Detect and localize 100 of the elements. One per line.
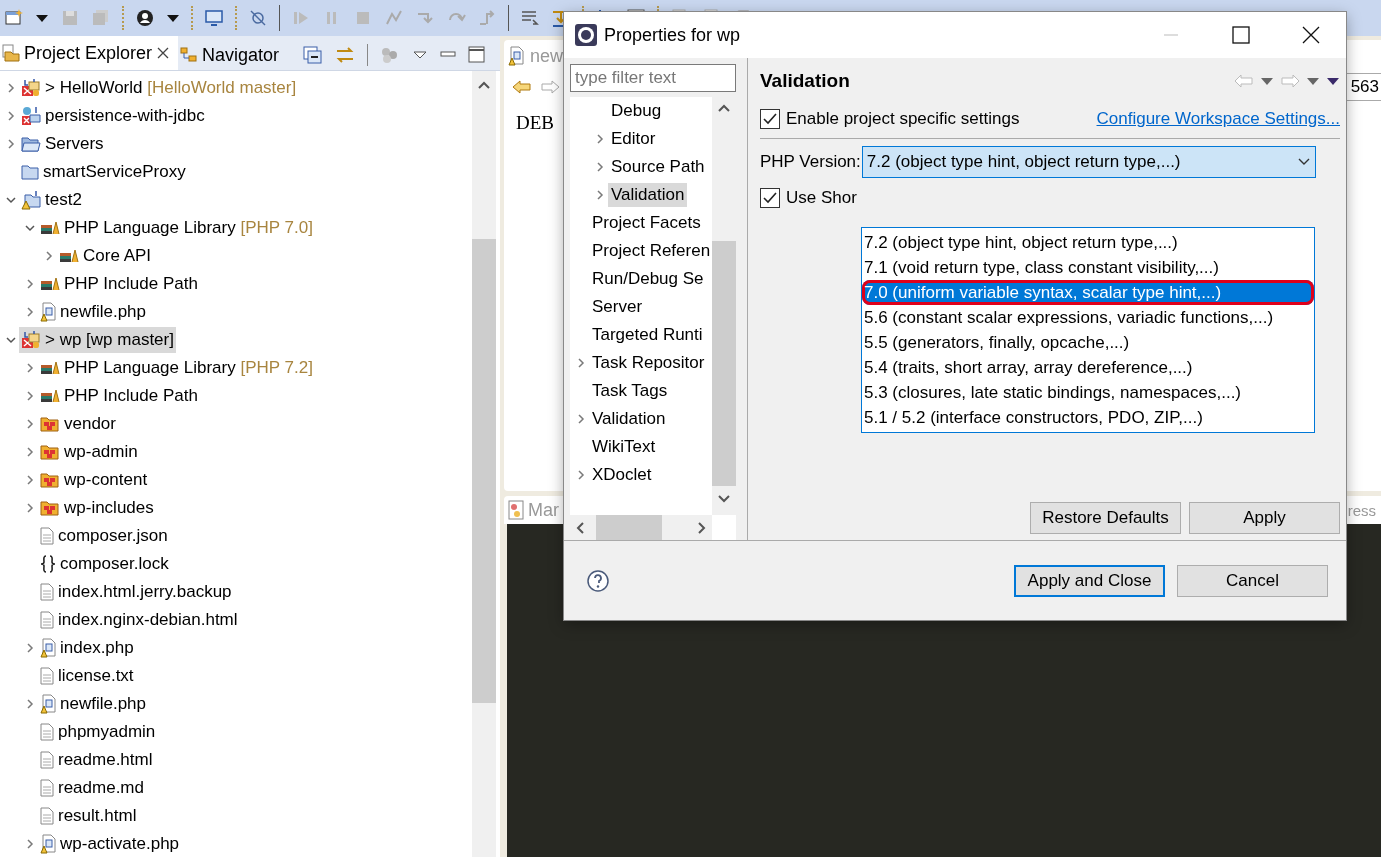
view-tab[interactable]: Project Explorer <box>0 36 179 70</box>
chevron-right-icon[interactable] <box>6 82 16 94</box>
chevron-right-icon[interactable] <box>6 110 16 122</box>
tree-item[interactable]: wp-admin <box>38 439 140 465</box>
chevron-right-icon[interactable] <box>595 133 605 145</box>
dropdown-option[interactable]: 5.6 (constant scalar expressions, variadic functions,...) <box>862 305 1314 330</box>
tree-item[interactable]: readme.html <box>38 747 155 773</box>
dialog-button[interactable]: Apply and Close <box>1014 564 1165 597</box>
tree-item[interactable]: result.html <box>38 803 139 829</box>
view-menu-icon[interactable] <box>1326 76 1340 86</box>
view-tab[interactable]: Navigator <box>178 40 286 70</box>
chevron-right-icon[interactable] <box>25 446 35 458</box>
chevron-right-icon[interactable] <box>25 418 35 430</box>
dropdown-option[interactable]: 5.3 (closures, late static bindings, namespaces,...) <box>862 380 1314 405</box>
chevron-right-icon[interactable] <box>25 362 35 374</box>
dropdown-option[interactable]: 5.5 (generators, finally, opcache,...) <box>862 330 1314 355</box>
chevron-right-icon[interactable] <box>25 698 35 710</box>
tree-item[interactable]: Editor <box>608 127 659 151</box>
chevron-right-icon[interactable] <box>576 469 586 481</box>
tree-item[interactable]: Validation <box>608 183 688 207</box>
scrollbar[interactable] <box>472 71 496 857</box>
tree-item[interactable]: Validation <box>589 407 669 431</box>
scroll-thumb[interactable] <box>712 241 736 486</box>
tree-item[interactable]: PHP Language Library [PHP 7.2] <box>38 355 315 381</box>
tree-item[interactable]: composer.json <box>38 523 170 549</box>
tree-item[interactable]: Servers <box>19 131 106 157</box>
tree-item[interactable]: > HelloWorld [HelloWorld master] <box>19 75 299 101</box>
tree-item[interactable]: test2 <box>19 187 84 213</box>
chevron-down-icon[interactable] <box>5 195 17 205</box>
dropdown[interactable]: 7.2 (object type hint, object return type,...) <box>861 146 1316 178</box>
tree-item[interactable]: Core API <box>57 243 154 269</box>
tree-item[interactable]: wp-includes <box>38 495 156 521</box>
workspace-settings-link[interactable]: Configure Workspace Settings... <box>1096 109 1340 129</box>
chevron-right-icon[interactable] <box>576 357 586 369</box>
tree-item[interactable]: readme.md <box>38 775 146 801</box>
tree-item[interactable]: Task Tags <box>589 379 671 403</box>
page-button[interactable]: Apply <box>1189 502 1340 534</box>
tree-item[interactable]: Targeted Runti <box>589 323 706 347</box>
tree-item[interactable]: Run/Debug Se <box>589 267 707 291</box>
maximize-icon[interactable] <box>468 46 486 64</box>
tree-item[interactable]: Project Facets <box>589 211 704 235</box>
chevron-right-icon[interactable] <box>44 250 54 262</box>
chevron-right-icon[interactable] <box>25 502 35 514</box>
dropdown-option[interactable]: 5.4 (traits, short array, array dereference,...) <box>862 355 1314 380</box>
tree-item[interactable]: newfile.php <box>38 691 148 717</box>
tree-item[interactable]: index.nginx-debian.html <box>38 607 240 633</box>
chevron-down-icon[interactable] <box>1296 157 1311 167</box>
dropdown-option[interactable]: 5.1 / 5.2 (interface constructors, PDO, ZIP,...) <box>862 405 1314 430</box>
tree-item[interactable]: Debug <box>608 99 665 123</box>
close-icon[interactable] <box>1302 26 1320 44</box>
checkbox[interactable] <box>760 109 780 129</box>
tree-item[interactable]: index.html.jerry.backup <box>38 579 234 605</box>
tree-item[interactable]: vendor <box>38 411 118 437</box>
tree-item[interactable]: PHP Include Path <box>38 271 200 297</box>
checkbox[interactable] <box>760 188 780 208</box>
help-icon[interactable] <box>586 568 610 593</box>
view-menu-icon[interactable] <box>412 49 428 61</box>
tree-item[interactable]: Project Referen <box>589 239 712 263</box>
chevron-right-icon[interactable] <box>25 838 35 850</box>
maximize-icon[interactable] <box>1232 26 1250 44</box>
tree-item[interactable]: wp-activate.php <box>38 831 182 857</box>
tree-item[interactable]: license.txt <box>38 663 136 689</box>
back-icon[interactable] <box>512 79 532 95</box>
dropdown-option[interactable]: 7.2 (object type hint, object return type,...) <box>862 230 1314 255</box>
close-icon[interactable] <box>156 46 171 60</box>
tree-item[interactable]: PHP Include Path <box>38 383 200 409</box>
scroll-thumb[interactable] <box>596 515 662 540</box>
tree-item[interactable]: Source Path <box>608 155 708 179</box>
tree-item[interactable]: newfile.php <box>38 299 148 325</box>
chevron-down-icon[interactable] <box>5 335 17 345</box>
chevron-right-icon[interactable] <box>595 161 605 173</box>
chevron-down-icon[interactable] <box>24 223 36 233</box>
chevron-right-icon[interactable] <box>25 278 35 290</box>
dialog-button[interactable]: Cancel <box>1177 564 1328 597</box>
chevron-right-icon[interactable] <box>25 390 35 402</box>
chevron-right-icon[interactable] <box>595 189 605 201</box>
tree-item[interactable]: > wp [wp master] <box>19 327 176 353</box>
tree-item[interactable]: phpmyadmin <box>38 719 158 745</box>
chevron-right-icon[interactable] <box>576 413 586 425</box>
tree-item[interactable]: persistence-with-jdbc <box>19 103 207 129</box>
chevron-right-icon[interactable] <box>25 474 35 486</box>
page-button[interactable]: Restore Defaults <box>1030 502 1181 534</box>
tree-item[interactable]: WikiText <box>589 435 659 459</box>
tree-item[interactable]: PHP Language Library [PHP 7.0] <box>38 215 315 241</box>
tree-item[interactable]: index.php <box>38 635 136 661</box>
chevron-right-icon[interactable] <box>25 306 35 318</box>
scroll-thumb[interactable] <box>472 239 496 703</box>
tree-item[interactable]: Task Repositor <box>589 351 708 375</box>
tree-item[interactable]: smartServiceProxy <box>19 159 188 185</box>
tree-item[interactable]: XDoclet <box>589 463 655 487</box>
collapse-all-icon[interactable] <box>303 46 323 64</box>
chevron-right-icon[interactable] <box>25 642 35 654</box>
drop-frame-icon[interactable] <box>520 8 540 28</box>
tree-item[interactable]: Server <box>589 295 646 319</box>
dropdown-option[interactable]: 7.1 (void return type, class constant visibility,...) <box>862 255 1314 280</box>
filter-field[interactable]: type filter text <box>570 64 736 92</box>
monitor-icon[interactable] <box>204 8 224 28</box>
new-window-icon[interactable] <box>4 8 24 28</box>
link-editor-icon[interactable] <box>335 46 355 64</box>
tree-item[interactable]: composer.lock <box>38 551 171 577</box>
